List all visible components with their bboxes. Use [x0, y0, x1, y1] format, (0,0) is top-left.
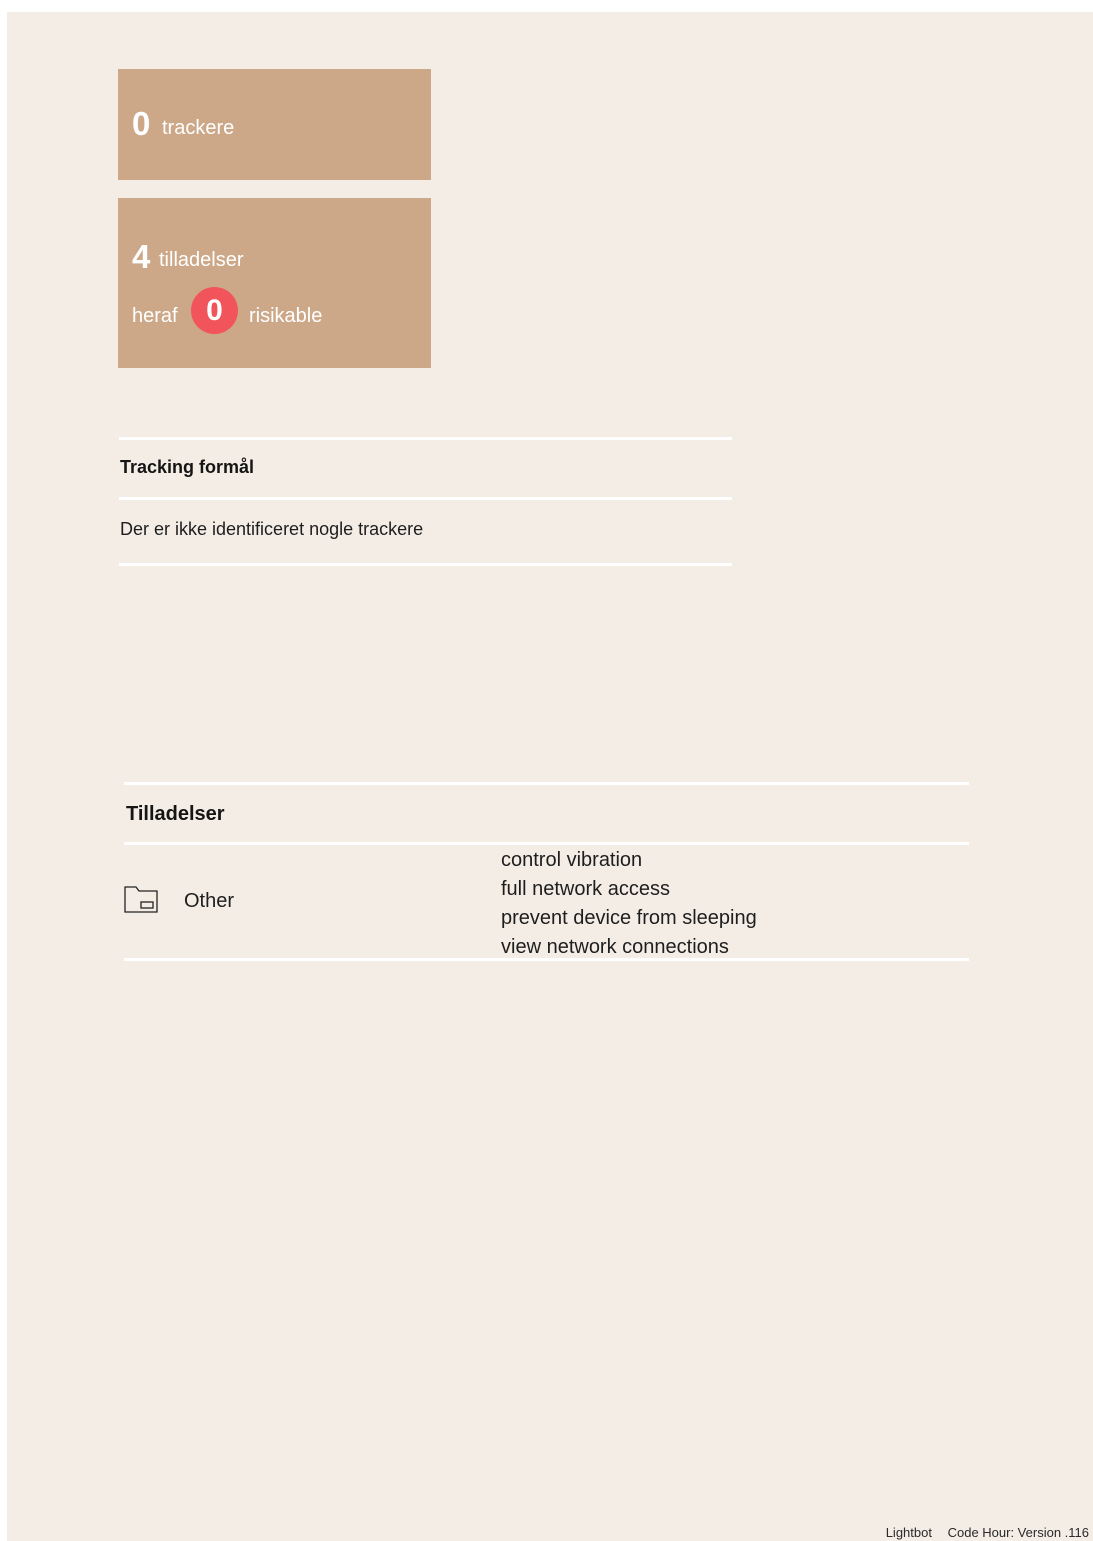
tracking-section-title: Tracking formål	[120, 457, 255, 477]
divider	[119, 563, 732, 566]
permission-item: prevent device from sleeping	[501, 907, 757, 929]
permissions-summary-card: 4 tilladelser heraf 0 risikable	[118, 198, 431, 368]
divider	[124, 782, 969, 785]
footer-brand: Lightbot	[885, 1525, 932, 1540]
tracking-empty-message: Der er ikke identificeret nogle trackere	[120, 519, 424, 539]
divider	[124, 958, 969, 961]
permissions-count: 4	[132, 238, 151, 275]
permission-group-name: Other	[184, 890, 235, 912]
folder-icon	[124, 886, 158, 913]
trackers-summary-card: 0 trackere	[118, 69, 431, 180]
page-footer: Lightbot Code Hour: Version .116	[886, 1525, 1089, 1540]
risky-label: risikable	[249, 305, 323, 327]
divider	[124, 842, 969, 845]
footer-version: Code Hour: Version .116	[947, 1525, 1089, 1540]
trackers-count: 0	[132, 105, 151, 142]
permissions-label: tilladelser	[159, 249, 244, 271]
risky-prefix: heraf	[132, 305, 178, 327]
risky-count-badge: 0	[191, 287, 238, 334]
permission-list: control vibration full network access pr…	[501, 846, 757, 962]
divider	[119, 437, 732, 440]
permissions-section-title: Tilladelser	[126, 803, 225, 825]
trackers-label: trackere	[162, 117, 235, 139]
permission-item: full network access	[501, 878, 670, 900]
divider	[119, 497, 732, 500]
report-page: 0 trackere 4 tilladelser heraf 0 risikab…	[7, 12, 1093, 1541]
permission-item: control vibration	[501, 849, 643, 871]
